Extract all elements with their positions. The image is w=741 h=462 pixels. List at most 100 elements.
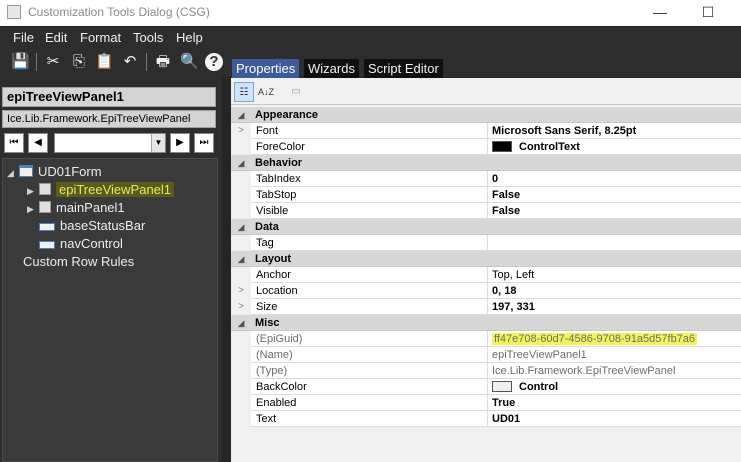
property-row-size[interactable]: > Size 197, 331 [231,299,741,315]
expand-icon[interactable]: > [231,123,251,139]
property-row-tabindex[interactable]: TabIndex 0 [231,171,741,187]
property-value-forecolor[interactable]: ControlText [490,139,740,155]
row-gutter [231,347,251,363]
property-row-font[interactable]: > Font Microsoft Sans Serif, 8.25pt [231,123,741,139]
alphabetical-icon[interactable]: A↓Z [256,82,276,102]
property-value[interactable]: False [490,187,740,203]
chevron-down-icon[interactable]: ▼ [151,134,165,152]
tree-item-basestatusbar[interactable]: baseStatusBar [27,217,145,235]
tree-expand-icon[interactable]: ▶ [27,182,39,200]
property-value[interactable] [490,235,740,251]
form-icon [19,165,33,177]
save-icon[interactable]: 💾 [11,53,30,71]
property-value[interactable]: 197, 331 [490,299,740,315]
nav-last-icon[interactable]: ⏭ [194,133,214,153]
row-gutter [231,171,251,187]
maximize-button[interactable]: ☐ [698,3,718,21]
property-row-epiguid[interactable]: (EpiGuid) ff47e708-60d7-4586-9708-91a5d5… [231,331,741,347]
tree-item-navcontrol[interactable]: navControl [27,235,123,253]
property-name: (Type) [253,363,488,379]
print-preview-icon[interactable]: 🔍 [180,53,199,71]
selected-control-name[interactable]: epiTreeViewPanel1 [2,87,216,107]
color-swatch [492,141,512,152]
category-misc[interactable]: ◢ Misc [231,315,741,331]
property-name: Enabled [253,395,488,411]
collapse-icon[interactable]: ◢ [231,219,251,235]
property-value[interactable]: Ice.Lib.Framework.EpiTreeViewPanel [490,363,740,379]
categorized-icon[interactable]: ☷ [234,82,254,102]
left-panel: epiTreeViewPanel1 Ice.Lib.Framework.EpiT… [0,77,222,462]
property-value: ControlText [519,141,580,153]
property-name: Tag [253,235,488,251]
property-row-location[interactable]: > Location 0, 18 [231,283,741,299]
category-layout[interactable]: ◢ Layout [231,251,741,267]
property-row-backcolor[interactable]: BackColor Control [231,379,741,395]
collapse-icon[interactable]: ◢ [231,155,251,171]
property-value[interactable]: False [490,203,740,219]
property-row-tag[interactable]: Tag [231,235,741,251]
category-behavior[interactable]: ◢ Behavior [231,155,741,171]
cut-icon[interactable]: ✂ [44,53,62,71]
nav-first-icon[interactable]: ⏮ [4,133,24,153]
property-row-type[interactable]: (Type) Ice.Lib.Framework.EpiTreeViewPane… [231,363,741,379]
nav-combo[interactable]: ▼ [54,133,166,153]
property-pages-icon[interactable]: ▭ [286,82,306,102]
minimize-button[interactable]: — [650,3,670,21]
tree-item-label: Custom Row Rules [23,254,135,269]
tree-item-ud01form[interactable]: ◢ UD01Form [7,163,102,181]
property-name: (Name) [253,347,488,363]
property-value-backcolor[interactable]: Control [490,379,740,395]
menu-tools[interactable]: Tools [133,30,163,45]
tree-expand-icon[interactable]: ▶ [27,200,39,218]
paste-icon[interactable]: 📋 [95,53,114,71]
undo-icon[interactable]: ↶ [121,53,139,71]
menu-edit[interactable]: Edit [45,30,67,45]
property-name: BackColor [253,379,488,395]
property-row-visible[interactable]: Visible False [231,203,741,219]
expand-icon[interactable]: > [231,283,251,299]
menu-help[interactable]: Help [176,30,203,45]
copy-icon[interactable]: ⎘ [70,53,88,71]
property-row-tabstop[interactable]: TabStop False [231,187,741,203]
print-icon[interactable]: 🖶 [154,53,172,71]
category-appearance[interactable]: ◢ Appearance [231,107,741,123]
property-value[interactable]: Top, Left [490,267,740,283]
collapse-icon[interactable]: ◢ [231,315,251,331]
help-icon[interactable]: ? [205,53,223,71]
tree-collapse-icon[interactable]: ◢ [7,164,19,182]
navcontrol-icon [39,241,55,249]
property-value[interactable]: UD01 [490,411,740,427]
property-value-epiguid[interactable]: ff47e708-60d7-4586-9708-91a5d57fb7a6 [490,331,740,347]
property-row-anchor[interactable]: Anchor Top, Left [231,267,741,283]
category-label: Data [255,221,279,233]
row-gutter [231,203,251,219]
property-row-text[interactable]: Text UD01 [231,411,741,427]
menu-format[interactable]: Format [80,30,121,45]
tree-item-custom-row-rules[interactable]: Custom Row Rules [23,253,134,271]
collapse-icon[interactable]: ◢ [231,107,251,123]
row-gutter [231,267,251,283]
property-value[interactable]: epiTreeViewPanel1 [490,347,740,363]
property-value[interactable]: 0, 18 [490,283,740,299]
property-row-forecolor[interactable]: ForeColor ControlText [231,139,741,155]
statusbar-icon [39,223,55,231]
property-row-name[interactable]: (Name) epiTreeViewPanel1 [231,347,741,363]
expand-icon[interactable]: > [231,299,251,315]
tab-properties[interactable]: Properties [232,59,300,78]
category-data[interactable]: ◢ Data [231,219,741,235]
property-value[interactable]: True [490,395,740,411]
toolbar-separator [146,53,147,71]
row-gutter [231,363,251,379]
tab-wizards[interactable]: Wizards [304,59,359,78]
menu-file[interactable]: File [13,30,34,45]
toolbar-separator [36,53,37,71]
tab-script-editor[interactable]: Script Editor [364,59,443,78]
property-value[interactable]: 0 [490,171,740,187]
property-value[interactable]: Microsoft Sans Serif, 8.25pt [490,123,740,139]
nav-next-icon[interactable]: ▶ [170,133,190,153]
property-row-enabled[interactable]: Enabled True [231,395,741,411]
collapse-icon[interactable]: ◢ [231,251,251,267]
tree-item-mainpanel1[interactable]: ▶ mainPanel1 [27,199,125,217]
tree-item-epitreeviewpanel1[interactable]: ▶ epiTreeViewPanel1 [27,181,175,200]
nav-prev-icon[interactable]: ◀ [28,133,48,153]
